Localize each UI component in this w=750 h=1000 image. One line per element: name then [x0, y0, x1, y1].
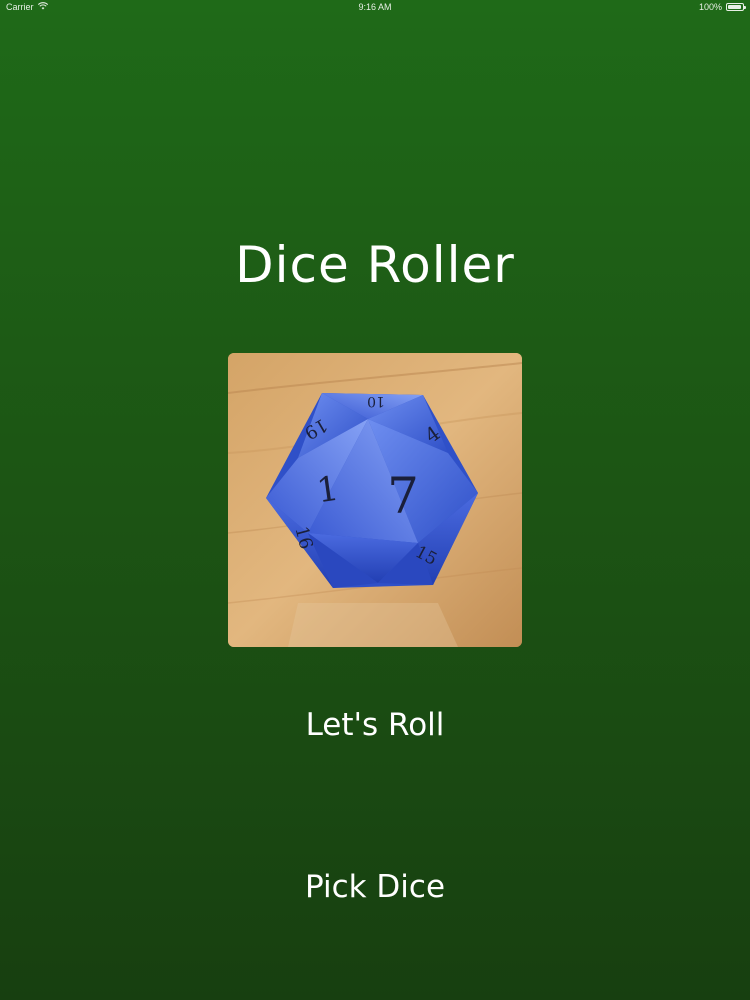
status-right: 100%: [698, 2, 746, 12]
d20-die-illustration: 10 4 19 1 7 16 15: [228, 353, 522, 647]
battery-icon: [726, 3, 746, 11]
pick-dice-button[interactable]: Pick Dice: [250, 862, 500, 912]
battery-label: 100%: [698, 2, 722, 12]
page-title: Dice Roller: [235, 236, 515, 294]
lets-roll-button[interactable]: Let's Roll: [250, 700, 500, 750]
die-face-center-right: 7: [387, 467, 419, 525]
die-face-top: 10: [367, 393, 385, 409]
status-time: 9:16 AM: [358, 2, 392, 12]
status-bar: Carrier 9:16 AM 100%: [0, 0, 750, 16]
dice-image[interactable]: 10 4 19 1 7 16 15: [228, 353, 522, 647]
